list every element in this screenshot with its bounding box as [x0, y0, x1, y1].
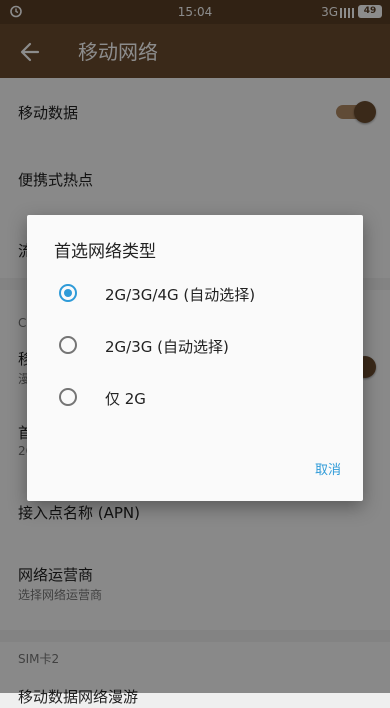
option-label: 2G/3G (自动选择)	[105, 338, 229, 356]
option-label: 2G/3G/4G (自动选择)	[105, 286, 256, 304]
option-2g-3g[interactable]: 2G/3G (自动选择)	[27, 327, 363, 367]
radio-selected-icon[interactable]	[59, 284, 77, 302]
option-2g-only[interactable]: 仅 2G	[27, 379, 363, 419]
network-type-dialog: 首选网络类型 2G/3G/4G (自动选择) 2G/3G (自动选择) 仅 2G…	[27, 215, 363, 501]
radio-icon[interactable]	[59, 388, 77, 406]
dialog-title: 首选网络类型	[54, 242, 156, 262]
option-label: 仅 2G	[105, 390, 146, 408]
option-2g-3g-4g[interactable]: 2G/3G/4G (自动选择)	[27, 275, 363, 315]
radio-icon[interactable]	[59, 336, 77, 354]
cancel-button[interactable]: 取消	[315, 459, 341, 478]
